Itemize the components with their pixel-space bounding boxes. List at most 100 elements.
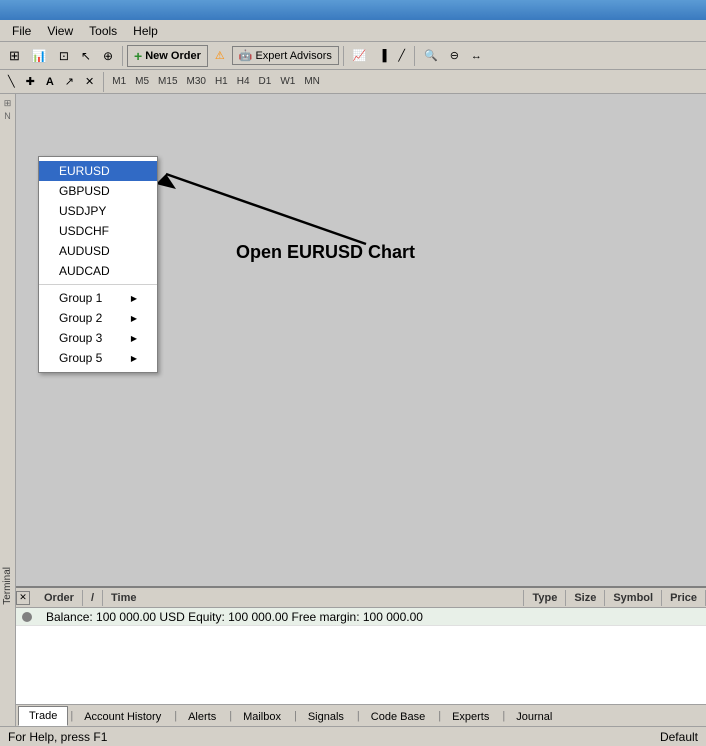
tab-alerts[interactable]: Alerts bbox=[177, 707, 227, 726]
toolbar-btn-1[interactable]: ⊞ bbox=[4, 45, 25, 67]
text-icon: A bbox=[46, 76, 54, 88]
col-symbol: Symbol bbox=[605, 590, 662, 606]
col-slash: / bbox=[83, 590, 103, 606]
toolbar-btn-scroll[interactable]: ↔ bbox=[466, 45, 487, 67]
toolbar-btn-2[interactable]: 📊 bbox=[27, 45, 52, 67]
timeframe-h4[interactable]: H4 bbox=[234, 75, 253, 88]
title-bar bbox=[0, 0, 706, 20]
tab-mailbox[interactable]: Mailbox bbox=[232, 707, 292, 726]
balance-text: Balance: 100 000.00 USD Equity: 100 000.… bbox=[38, 606, 431, 628]
col-type: Type bbox=[524, 590, 566, 606]
zoom-out-icon: ⊖ bbox=[450, 49, 459, 62]
dropdown-item-gbpusd[interactable]: GBPUSD bbox=[39, 181, 157, 201]
timeframe-m15[interactable]: M15 bbox=[155, 75, 180, 88]
timeframe-d1[interactable]: D1 bbox=[256, 75, 275, 88]
col-price: Price bbox=[662, 590, 706, 606]
dropdown-item-eurusd[interactable]: EURUSD bbox=[39, 161, 157, 181]
cross-icon: ✚ bbox=[26, 75, 35, 88]
candle-icon: ▐ bbox=[379, 50, 387, 62]
status-help-text: For Help, press F1 bbox=[8, 730, 107, 744]
bottom-tabs: Trade | Account History | Alerts | Mailb… bbox=[16, 704, 706, 726]
toolbar-sep-2 bbox=[343, 46, 344, 66]
dropdown-item-usdchf[interactable]: USDCHF bbox=[39, 221, 157, 241]
sidebar-icon-2: N bbox=[4, 111, 11, 121]
timeframe-mn[interactable]: MN bbox=[301, 75, 323, 88]
cursor-icon: ↖ bbox=[81, 49, 91, 63]
timeframe-w1[interactable]: W1 bbox=[277, 75, 298, 88]
dropdown-item-audcad[interactable]: AUDCAD bbox=[39, 261, 157, 281]
tab-experts[interactable]: Experts bbox=[441, 707, 500, 726]
currency-dropdown: EURUSD GBPUSD USDJPY USDCHF AUDUSD AUDCA… bbox=[38, 156, 158, 373]
toolbar-btn-7[interactable]: ▐ bbox=[374, 45, 392, 67]
green-circle-icon bbox=[22, 612, 32, 622]
toolbar-btn-4[interactable]: ↖ bbox=[76, 45, 96, 67]
timeframe-m30[interactable]: M30 bbox=[184, 75, 209, 88]
dropdown-sep bbox=[39, 284, 157, 285]
zoom-in-icon: 🔍 bbox=[424, 49, 438, 62]
bar-chart-icon: 📈 bbox=[353, 49, 367, 62]
terminal-sidebar: Terminal bbox=[0, 546, 16, 626]
tb2-btn-delete[interactable]: ✕ bbox=[81, 73, 98, 91]
menu-bar: File View Tools Help bbox=[0, 20, 706, 42]
warning-icon: ⚠ bbox=[215, 49, 225, 62]
tab-journal[interactable]: Journal bbox=[505, 707, 563, 726]
dropdown-item-usdjpy[interactable]: USDJPY bbox=[39, 201, 157, 221]
plus-icon: + bbox=[134, 48, 142, 64]
menu-file[interactable]: File bbox=[4, 22, 39, 40]
toolbar-sep-3 bbox=[414, 46, 415, 66]
new-order-button[interactable]: + New Order bbox=[127, 45, 208, 67]
toolbar-btn-3[interactable]: ⊡ bbox=[54, 45, 74, 67]
timeframe-h1[interactable]: H1 bbox=[212, 75, 231, 88]
terminal-label: Terminal bbox=[0, 563, 15, 609]
dropdown-item-audusd[interactable]: AUDUSD bbox=[39, 241, 157, 261]
toolbar-btn-5[interactable]: ⊕ bbox=[98, 45, 118, 67]
dropdown-item-group3[interactable]: Group 3 ▶ bbox=[39, 328, 157, 348]
group2-arrow: ▶ bbox=[131, 314, 137, 323]
scroll-icon: ↔ bbox=[471, 50, 482, 62]
main-toolbar: ⊞ 📊 ⊡ ↖ ⊕ + New Order ⚠ 🤖 Expert Advisor… bbox=[0, 42, 706, 70]
left-sidebar: ⊞ N bbox=[0, 94, 16, 726]
chart-area: EURUSD GBPUSD USDJPY USDCHF AUDUSD AUDCA… bbox=[16, 94, 706, 586]
tb2-btn-text[interactable]: A bbox=[42, 73, 58, 91]
sidebar-icon-1: ⊞ bbox=[4, 98, 12, 109]
toolbar-btn-zoom-in[interactable]: 🔍 bbox=[419, 45, 443, 67]
content-area: ⊞ N EURUSD GBPUSD USDJPY USDCHF AUDUSD A… bbox=[0, 94, 706, 726]
tab-account-history[interactable]: Account History bbox=[73, 707, 172, 726]
tb2-btn-arrow[interactable]: ↗ bbox=[61, 73, 78, 91]
new-window-icon: ⊞ bbox=[9, 48, 20, 64]
menu-tools[interactable]: Tools bbox=[81, 22, 125, 40]
line-icon: ╱ bbox=[398, 49, 405, 62]
timeframe-m1[interactable]: M1 bbox=[109, 75, 129, 88]
dropdown-item-group5[interactable]: Group 5 ▶ bbox=[39, 348, 157, 368]
toolbar-sep-1 bbox=[122, 46, 123, 66]
panel-close-button[interactable]: ✕ bbox=[16, 591, 30, 605]
delete-icon: ✕ bbox=[85, 75, 94, 88]
tb2-btn-2[interactable]: ✚ bbox=[22, 73, 39, 91]
zoom-icon: ⊕ bbox=[103, 49, 113, 63]
new-order-label: New Order bbox=[145, 50, 201, 62]
group3-arrow: ▶ bbox=[131, 334, 137, 343]
timeframe-m5[interactable]: M5 bbox=[132, 75, 152, 88]
tab-codebase[interactable]: Code Base bbox=[360, 707, 436, 726]
tab-signals[interactable]: Signals bbox=[297, 707, 355, 726]
toolbar-btn-6[interactable]: 📈 bbox=[348, 45, 372, 67]
status-bar: For Help, press F1 Default bbox=[0, 726, 706, 746]
tb2-btn-1[interactable]: ╲ bbox=[4, 73, 19, 91]
expert-advisors-button[interactable]: 🤖 Expert Advisors bbox=[232, 46, 339, 65]
bottom-panel: ✕ Order / Time Type Size Symbol Price Ba… bbox=[16, 586, 706, 726]
grid-icon: ⊡ bbox=[59, 49, 69, 63]
menu-view[interactable]: View bbox=[39, 22, 81, 40]
status-default-text: Default bbox=[660, 730, 698, 744]
group1-arrow: ▶ bbox=[131, 294, 137, 303]
annotation-text: Open EURUSD Chart bbox=[236, 242, 415, 263]
dropdown-item-group1[interactable]: Group 1 ▶ bbox=[39, 288, 157, 308]
menu-help[interactable]: Help bbox=[125, 22, 166, 40]
col-size: Size bbox=[566, 590, 605, 606]
toolbar-btn-warning[interactable]: ⚠ bbox=[210, 45, 230, 67]
toolbar-btn-zoom-out[interactable]: ⊖ bbox=[445, 45, 464, 67]
dropdown-item-group2[interactable]: Group 2 ▶ bbox=[39, 308, 157, 328]
arrow-icon: ↗ bbox=[65, 75, 74, 88]
tab-trade[interactable]: Trade bbox=[18, 706, 68, 726]
toolbar-btn-8[interactable]: ╱ bbox=[393, 45, 410, 67]
robot-icon: 🤖 bbox=[239, 49, 253, 62]
